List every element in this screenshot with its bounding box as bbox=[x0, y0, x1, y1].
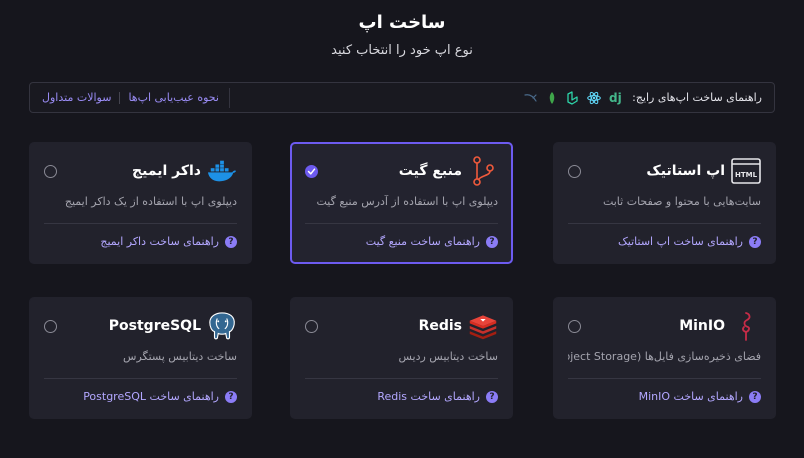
card-title: PostgreSQL bbox=[108, 318, 201, 334]
radio-button[interactable] bbox=[568, 164, 581, 178]
postgresql-icon bbox=[207, 311, 237, 341]
nodejs-icon[interactable] bbox=[545, 91, 559, 105]
card-guide-link[interactable]: ? راهنمای ساخت اپ استاتیک bbox=[618, 235, 761, 248]
card-guide-label: راهنمای ساخت PostgreSQL bbox=[83, 390, 219, 403]
tech-icons: dj bbox=[524, 91, 624, 105]
card-description: ساخت دیتابیس ردیس bbox=[398, 350, 499, 363]
card-description: دیپلوی اپ با استفاده از آدرس منبع گیت bbox=[316, 195, 499, 208]
divider bbox=[568, 378, 761, 379]
help-icon: ? bbox=[486, 235, 498, 248]
page-title: ساخت اپ bbox=[358, 12, 446, 33]
help-icon: ? bbox=[486, 390, 498, 403]
radio-button[interactable] bbox=[44, 319, 57, 333]
card-guide-link[interactable]: ? راهنمای ساخت PostgreSQL bbox=[83, 390, 237, 403]
radio-button[interactable] bbox=[305, 319, 318, 333]
troubleshooting-link[interactable]: نحوه عیب‌یابی اپ‌ها bbox=[128, 91, 219, 104]
mysql-icon[interactable] bbox=[524, 91, 538, 105]
docker-icon bbox=[207, 156, 237, 186]
react-icon[interactable] bbox=[587, 91, 601, 105]
laravel-icon[interactable] bbox=[566, 90, 580, 105]
radio-button[interactable] bbox=[44, 164, 57, 178]
divider bbox=[568, 223, 761, 224]
card-description: دیپلوی اپ با استفاده از یک داکر ایمیج bbox=[64, 195, 237, 208]
divider bbox=[305, 378, 498, 379]
help-icon: ? bbox=[749, 235, 761, 248]
git-icon bbox=[468, 156, 498, 186]
card-docker-image[interactable]: داکر ایمیج دیپلوی اپ با استفاده از یک دا… bbox=[29, 142, 252, 264]
card-guide-label: راهنمای ساخت اپ استاتیک bbox=[617, 235, 743, 248]
card-guide-label: راهنمای ساخت منبع گیت bbox=[365, 235, 480, 248]
card-guide-link[interactable]: ? راهنمای ساخت MinIO bbox=[639, 390, 761, 403]
card-guide-link[interactable]: ? راهنمای ساخت Redis bbox=[377, 390, 498, 403]
card-redis[interactable]: Redis ساخت دیتابیس ردیس ? راهنمای ساخت R… bbox=[290, 297, 513, 419]
card-postgresql[interactable]: PostgreSQL ساخت دیتابیس پستگرس ? راهنمای… bbox=[29, 297, 252, 419]
redis-icon bbox=[468, 311, 498, 341]
svg-text:HTML: HTML bbox=[735, 171, 758, 179]
card-minio[interactable]: MinIO فضای ذخیره‌سازی فایل‌ها (Object St… bbox=[553, 297, 776, 419]
faq-link[interactable]: سوالات متداول bbox=[42, 91, 111, 104]
radio-button[interactable] bbox=[568, 319, 581, 333]
card-guide-link[interactable]: ? راهنمای ساخت منبع گیت bbox=[366, 235, 498, 248]
svg-text:dj: dj bbox=[609, 91, 622, 105]
django-icon[interactable]: dj bbox=[608, 91, 624, 105]
help-icon: ? bbox=[225, 390, 237, 403]
card-description: ساخت دیتابیس پستگرس bbox=[123, 350, 237, 363]
card-guide-link[interactable]: ? راهنمای ساخت داکر ایمیج bbox=[100, 235, 237, 248]
minio-icon bbox=[731, 311, 761, 341]
divider bbox=[44, 223, 237, 224]
card-guide-label: راهنمای ساخت MinIO bbox=[638, 390, 743, 403]
card-title: Redis bbox=[418, 318, 462, 334]
guides-bar: راهنمای ساخت اپ‌های رایج: dj bbox=[29, 82, 775, 113]
card-title: MinIO bbox=[679, 318, 725, 334]
card-description: فضای ذخیره‌سازی فایل‌ها (Object Storage) bbox=[568, 350, 761, 363]
card-static-app[interactable]: HTML اپ استاتیک سایت‌هایی با محتوا و صفح… bbox=[553, 142, 776, 264]
page-subtitle: نوع اپ خود را انتخاب کنید bbox=[331, 43, 473, 58]
html-icon: HTML bbox=[731, 156, 761, 186]
card-guide-label: راهنمای ساخت داکر ایمیج bbox=[100, 235, 219, 248]
link-separator bbox=[119, 91, 121, 104]
card-title: داکر ایمیج bbox=[132, 163, 201, 179]
card-guide-label: راهنمای ساخت Redis bbox=[377, 390, 480, 403]
divider bbox=[305, 223, 498, 224]
guide-links: نحوه عیب‌یابی اپ‌ها سوالات متداول bbox=[42, 87, 230, 108]
card-description: سایت‌هایی با محتوا و صفحات ثابت bbox=[602, 195, 761, 208]
help-icon: ? bbox=[749, 390, 761, 403]
guides-label: راهنمای ساخت اپ‌های رایج: bbox=[632, 91, 762, 104]
card-title: منبع گیت bbox=[398, 163, 462, 179]
help-icon: ? bbox=[225, 235, 237, 248]
radio-button-checked[interactable] bbox=[305, 164, 318, 178]
divider bbox=[44, 378, 237, 379]
card-git-source[interactable]: منبع گیت دیپلوی اپ با استفاده از آدرس من… bbox=[290, 142, 513, 264]
card-title: اپ استاتیک bbox=[646, 163, 725, 179]
